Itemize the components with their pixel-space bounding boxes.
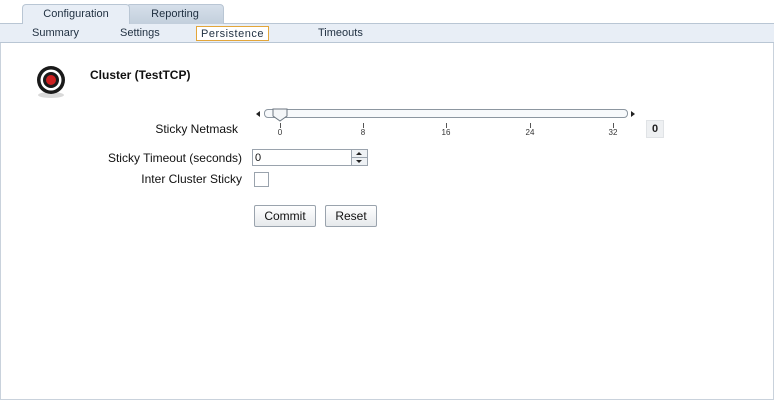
subtab-timeouts[interactable]: Timeouts [314, 26, 367, 41]
commit-button[interactable]: Commit [254, 205, 316, 227]
sticky-timeout-input[interactable] [252, 149, 352, 166]
sticky-netmask-label: Sticky Netmask [155, 122, 238, 136]
spinner-buttons [351, 149, 368, 166]
subtab-summary[interactable]: Summary [28, 26, 83, 41]
inter-cluster-sticky-checkbox[interactable] [254, 172, 269, 187]
target-icon [34, 65, 68, 99]
inter-cluster-sticky-label: Inter Cluster Sticky [141, 172, 242, 186]
spinner-up-icon[interactable] [352, 150, 367, 158]
cluster-title: Cluster (TestTCP) [90, 68, 191, 82]
slider-thumb[interactable] [272, 108, 288, 122]
slider-tick-label: 8 [360, 128, 366, 137]
sticky-netmask-slider[interactable]: 0 8 16 24 32 [256, 108, 642, 144]
slider-tick-label: 0 [277, 128, 283, 137]
slider-tick-label: 24 [525, 128, 535, 137]
persistence-panel [0, 43, 774, 400]
spinner-down-icon[interactable] [352, 158, 367, 166]
tab-configuration[interactable]: Configuration [22, 4, 130, 24]
slider-tick-label: 16 [441, 128, 451, 137]
slider-track[interactable] [264, 109, 628, 118]
subtab-settings[interactable]: Settings [116, 26, 164, 41]
sticky-timeout-spinner [252, 149, 368, 166]
slider-left-arrow-icon[interactable] [256, 111, 260, 117]
tab-reporting[interactable]: Reporting [126, 4, 224, 24]
top-tab-bar: Reporting Configuration [0, 0, 774, 24]
sticky-netmask-value: 0 [646, 120, 664, 138]
slider-right-arrow-icon[interactable] [631, 111, 635, 117]
sticky-timeout-label: Sticky Timeout (seconds) [107, 151, 242, 165]
slider-tick-label: 32 [608, 128, 618, 137]
subtab-persistence[interactable]: Persistence [196, 26, 269, 41]
sub-tab-bar: Summary Settings Persistence Timeouts [0, 23, 774, 43]
reset-button[interactable]: Reset [325, 205, 377, 227]
